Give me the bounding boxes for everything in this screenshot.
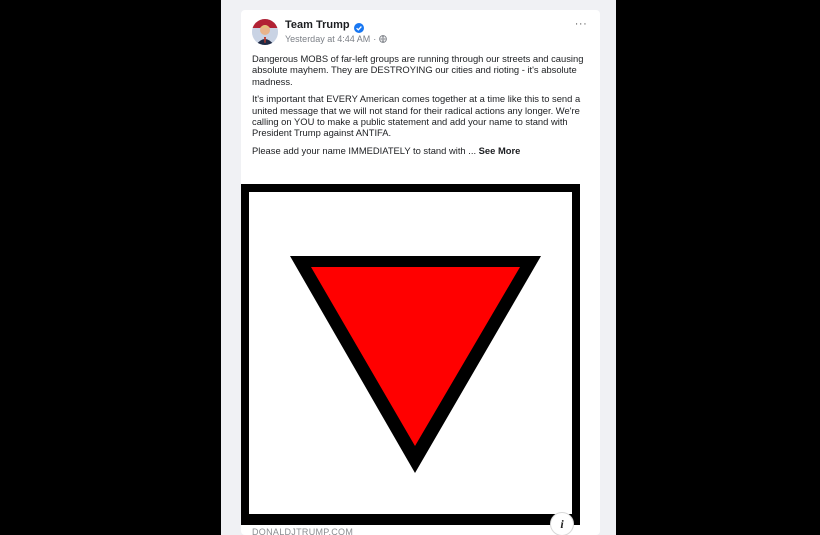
truncated-text: Please add your name IMMEDIATELY to stan… <box>252 144 479 156</box>
author-name[interactable]: Team Trump <box>285 19 350 31</box>
info-icon[interactable]: i <box>550 512 574 535</box>
post-paragraph-1: Dangerous MOBS of far-left groups are ru… <box>252 53 584 87</box>
inverted-red-triangle <box>290 256 541 473</box>
facebook-feed: Team Trump Yesterday at 4:44 AM · ··· Da… <box>221 0 616 535</box>
post-timestamp[interactable]: Yesterday at 4:44 AM <box>285 34 370 44</box>
avatar[interactable] <box>252 19 278 45</box>
post-paragraph-3: Please add your name IMMEDIATELY to stan… <box>252 145 588 156</box>
image-canvas <box>249 192 572 514</box>
post-body: Dangerous MOBS of far-left groups are ru… <box>252 53 588 162</box>
post-paragraph-2: It's important that EVERY American comes… <box>252 93 581 139</box>
more-options-icon[interactable]: ··· <box>573 19 589 33</box>
post-meta: Yesterday at 4:44 AM · <box>285 34 388 44</box>
meta-separator: · <box>373 34 377 44</box>
post-image[interactable] <box>241 184 580 525</box>
see-more-link[interactable]: See More <box>479 145 521 156</box>
author-line: Team Trump <box>285 19 364 33</box>
globe-icon <box>379 35 388 43</box>
avatar-image <box>252 19 278 45</box>
verified-badge-icon <box>353 20 364 33</box>
screenshot: Team Trump Yesterday at 4:44 AM · ··· Da… <box>0 0 820 535</box>
post-header: Team Trump Yesterday at 4:44 AM · ··· <box>252 17 589 51</box>
link-domain[interactable]: DONALDJTRUMP.COM <box>252 527 353 535</box>
